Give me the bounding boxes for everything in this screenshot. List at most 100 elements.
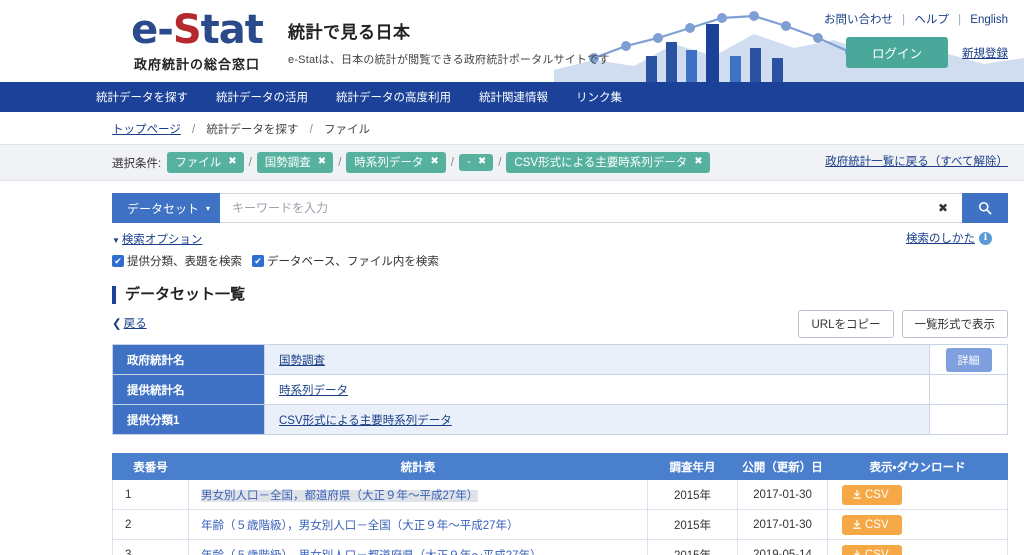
chip-label: ファイル: [175, 157, 222, 169]
table-row: 2 年齢（５歳階級），男女別人口－全国（大正９年～平成27年） 2015年 20…: [112, 509, 1008, 540]
condition-chip-dash[interactable]: - ✖: [458, 154, 494, 171]
selected-conditions-bar: 選択条件: ファイル ✖ / 国勢調査 ✖ / 時系列データ ✖ / - ✖ /…: [0, 144, 1024, 181]
info-value-category1: CSV形式による主要時系列データ: [264, 404, 930, 435]
table-row: 1 男女別人口－全国，都道府県（大正９年～平成27年） 2015年 2017-0…: [112, 479, 1008, 510]
csv-label: CSV: [865, 518, 889, 531]
english-link[interactable]: English: [970, 14, 1008, 26]
header-tagline: 統計で見る日本 e-Statは、日本の統計が閲覧できる政府統計ポータルサイトです: [288, 18, 610, 67]
breadcrumb-item-top[interactable]: トップページ: [112, 124, 181, 136]
breadcrumb-item-search[interactable]: 統計データを探す: [206, 124, 298, 136]
table-row: 提供統計名 時系列データ: [112, 374, 1008, 405]
dataset-type-select[interactable]: データセット ▾: [112, 193, 220, 223]
csv-download-button[interactable]: CSV: [842, 484, 902, 505]
link-separator-1: |: [902, 14, 906, 26]
nav-item-search-data[interactable]: 統計データを探す: [96, 89, 188, 105]
condition-chip-timeseries[interactable]: 時系列データ ✖: [346, 152, 446, 173]
back-label: 戻る: [123, 318, 147, 330]
link-separator-2: |: [958, 14, 962, 26]
close-icon[interactable]: ✖: [318, 157, 326, 167]
checkbox-database-file[interactable]: ✔ データベース、ファイル内を検索: [252, 253, 439, 269]
search-options-toggle[interactable]: ▼ 検索オプション: [112, 231, 202, 247]
info-icon: i: [979, 231, 992, 245]
nav-item-related-info[interactable]: 統計関連情報: [479, 89, 548, 105]
close-icon[interactable]: ✖: [694, 157, 702, 167]
logo-subtitle: 政府統計の総合窓口: [133, 57, 260, 72]
back-link[interactable]: ❮ 戻る: [112, 318, 147, 330]
site-logo[interactable]: e-Stat 政府統計の総合窓口: [112, 8, 282, 73]
main-navigation: 統計データを探す 統計データの活用 統計データの高度利用 統計関連情報 リンク集: [0, 82, 1024, 112]
checkbox-icon: ✔: [252, 255, 264, 267]
chip-separator-2: /: [338, 156, 342, 169]
checkbox-icon: ✔: [112, 255, 124, 267]
cell-no: 1: [112, 479, 189, 510]
search-howto-link[interactable]: 検索のしかた i: [906, 230, 992, 246]
search-options-label: 検索オプション: [121, 234, 203, 246]
login-button[interactable]: ログイン: [845, 37, 948, 68]
info-value-gov-stat: 国勢調査: [264, 344, 930, 375]
csv-download-button[interactable]: CSV: [842, 544, 902, 555]
condition-chip-csv-timeseries[interactable]: CSV形式による主要時系列データ ✖: [506, 152, 710, 173]
search-row: データセット ▾ ✖: [112, 193, 1008, 223]
nav-item-data-utilization[interactable]: 統計データの活用: [216, 89, 308, 105]
info-label-category1: 提供分類1: [112, 404, 265, 435]
column-header-download: 表示・ダウンロード: [827, 453, 1008, 480]
csv-download-button[interactable]: CSV: [842, 514, 902, 535]
register-link[interactable]: 新規登録: [962, 45, 1008, 61]
list-view-button[interactable]: 一覧形式で表示: [901, 310, 1008, 338]
table-header-row: 表番号 統計表 調査年月 公開（更新）日 表示・ダウンロード: [112, 453, 1008, 480]
condition-chip-census[interactable]: 国勢調査 ✖: [256, 152, 334, 173]
detail-button[interactable]: 詳細: [945, 347, 992, 372]
chip-label: 時系列データ: [354, 157, 424, 169]
close-icon[interactable]: ✖: [228, 157, 236, 167]
table-row: 3 年齢（５歳階級），男女別人口－都道府県（大正９年～平成27年） 2015年 …: [112, 539, 1008, 555]
cell-survey: 2015年: [647, 479, 738, 510]
dataset-info-table: 政府統計名 国勢調査 詳細 提供統計名 時系列データ 提供分類1 CSV形式によ…: [112, 344, 1008, 435]
statistics-table-link[interactable]: 男女別人口－全国，都道府県（大正９年～平成27年）: [201, 489, 479, 502]
chip-separator-1: /: [248, 156, 252, 169]
breadcrumb: トップページ / 統計データを探す / ファイル: [0, 112, 1024, 144]
search-submit-button[interactable]: [962, 193, 1008, 223]
header-utility-links: お問い合わせ | ヘルプ | English: [824, 11, 1008, 27]
dataset-type-value: データセット: [127, 201, 200, 216]
column-header-survey: 調査年月: [647, 453, 738, 480]
search-input[interactable]: [220, 193, 924, 223]
nav-item-links[interactable]: リンク集: [576, 89, 622, 105]
table-row: 政府統計名 国勢調査 詳細: [112, 344, 1008, 375]
statistics-table-link[interactable]: 年齢（５歳階級），男女別人口－全国（大正９年～平成27年）: [201, 520, 519, 532]
help-link[interactable]: ヘルプ: [914, 14, 949, 26]
statistics-table-link[interactable]: 年齢（５歳階級），男女別人口－都道府県（大正９年～平成27年）: [201, 550, 542, 555]
header-actions: ログイン 新規登録: [845, 37, 1008, 68]
chip-separator-3: /: [450, 156, 454, 169]
checkbox-category-title[interactable]: ✔ 提供分類、表題を検索: [112, 253, 242, 269]
chip-label: -: [466, 156, 471, 168]
provided-stat-link[interactable]: 時系列データ: [279, 385, 348, 397]
breadcrumb-separator-2: /: [309, 124, 313, 136]
chip-label: CSV形式による主要時系列データ: [514, 157, 688, 169]
search-howto-label: 検索のしかた: [906, 233, 975, 245]
checkbox-label: 提供分類、表題を検索: [127, 256, 242, 268]
condition-chip-file[interactable]: ファイル ✖: [167, 152, 244, 173]
column-header-name: 統計表: [188, 453, 648, 480]
contact-link[interactable]: お問い合わせ: [824, 14, 893, 26]
info-label-gov-stat: 政府統計名: [112, 344, 265, 375]
table-row: 提供分類1 CSV形式による主要時系列データ: [112, 404, 1008, 435]
category1-link[interactable]: CSV形式による主要時系列データ: [279, 415, 452, 427]
cell-no: 2: [112, 509, 189, 540]
checkbox-label: データベース、ファイル内を検索: [267, 256, 439, 268]
gov-stat-link[interactable]: 国勢調査: [279, 355, 325, 367]
site-header: e-Stat 政府統計の総合窓口 統計で見る日本 e-Statは、日本の統計が閲…: [0, 0, 1024, 82]
search-area: データセット ▾ ✖ ▼検索オプション 検索のしかた i ✔ 提供分類、表題を検…: [0, 181, 1024, 269]
reset-conditions-link[interactable]: 政府統計一覧に戻る（すべて解除）: [825, 153, 1008, 169]
nav-item-advanced-use[interactable]: 統計データの高度利用: [336, 89, 451, 105]
clear-search-icon[interactable]: ✖: [924, 193, 962, 223]
close-icon[interactable]: ✖: [430, 157, 438, 167]
chip-label: 国勢調査: [264, 157, 311, 169]
tagline-description: e-Statは、日本の統計が閲覧できる政府統計ポータルサイトです: [288, 54, 610, 66]
csv-label: CSV: [865, 488, 889, 501]
cell-survey: 2015年: [647, 539, 738, 555]
copy-url-button[interactable]: URLをコピー: [798, 310, 894, 338]
page-title: データセット一覧: [112, 286, 1008, 304]
chevron-left-icon: ❮: [112, 318, 122, 330]
csv-label: CSV: [865, 548, 889, 555]
close-icon[interactable]: ✖: [478, 157, 486, 167]
